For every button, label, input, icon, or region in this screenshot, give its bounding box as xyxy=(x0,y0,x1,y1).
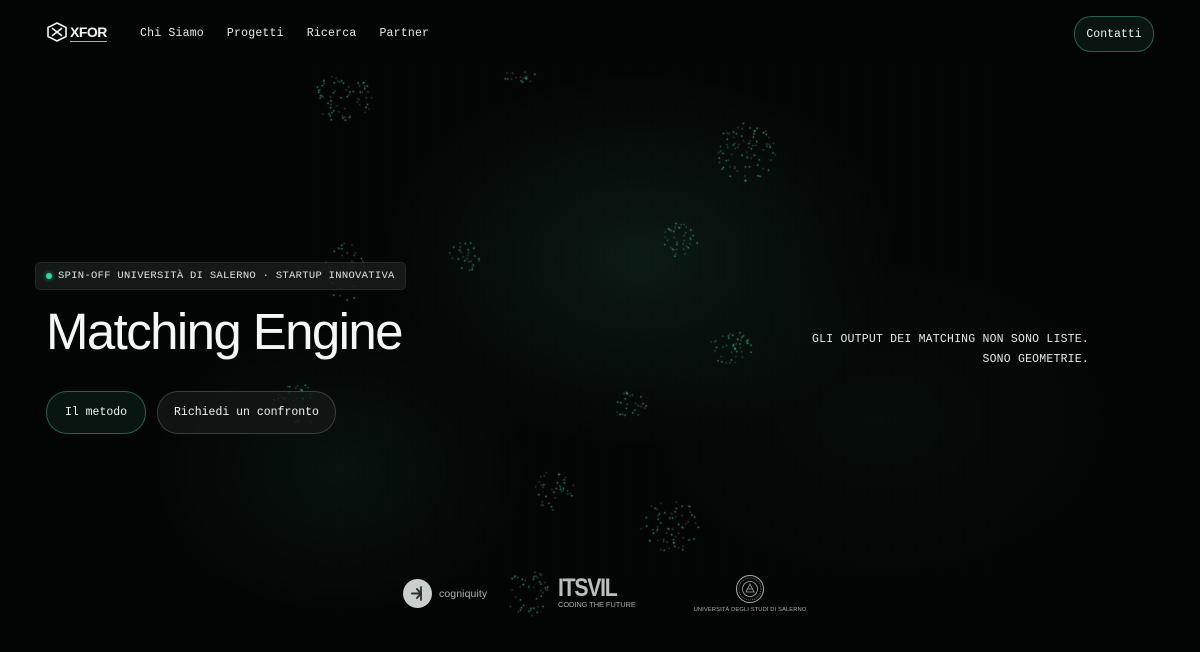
logo-text: XFOR xyxy=(70,24,107,42)
partner-itsvil[interactable]: ITSVIL CODING THE FUTURE xyxy=(558,574,636,610)
hero-title: Matching Engine xyxy=(46,303,404,360)
badge-text: SPIN-OFF UNIVERSITÀ DI SALERNO · STARTUP… xyxy=(58,270,395,282)
spinoff-badge: SPIN-OFF UNIVERSITÀ DI SALERNO · STARTUP… xyxy=(35,262,406,290)
xfor-logo-icon xyxy=(46,22,68,42)
nav-item-chi-siamo[interactable]: Chi Siamo xyxy=(140,27,204,40)
cogniquity-logo-icon xyxy=(403,579,432,608)
method-button[interactable]: Il metodo xyxy=(46,391,146,434)
nav-item-partner[interactable]: Partner xyxy=(379,27,429,40)
contact-button[interactable]: Contatti xyxy=(1074,16,1154,52)
cogniquity-name: cogniquity xyxy=(439,587,488,600)
partner-unisa[interactable]: UNIVERSITÀ DEGLI STUDI DI SALERNO xyxy=(694,574,806,613)
partner-cogniquity[interactable]: cogniquity xyxy=(403,579,487,608)
nav-item-ricerca[interactable]: Ricerca xyxy=(307,27,357,40)
status-dot-icon xyxy=(46,273,52,279)
xfor-logo[interactable]: XFOR xyxy=(46,22,107,42)
main-nav: Chi Siamo Progetti Ricerca Partner xyxy=(140,27,429,40)
tagline-line-1: GLI OUTPUT DEI MATCHING NON SONO LISTE. xyxy=(812,333,1089,346)
unisa-name: UNIVERSITÀ DEGLI STUDI DI SALERNO xyxy=(693,607,807,613)
request-comparison-button[interactable]: Richiedi un confronto xyxy=(157,391,336,434)
site-header: XFOR Chi Siamo Progetti Ricerca Partner … xyxy=(0,0,1200,68)
partner-logos: cogniquity ITSVIL CODING THE FUTURE UNIV… xyxy=(0,570,1200,620)
nav-item-progetti[interactable]: Progetti xyxy=(227,27,284,40)
university-seal-icon xyxy=(736,575,764,603)
page: XFOR Chi Siamo Progetti Ricerca Partner … xyxy=(0,0,1200,652)
itsvil-name: ITSVIL xyxy=(558,574,618,602)
hero-tagline: GLI OUTPUT DEI MATCHING NON SONO LISTE. … xyxy=(812,330,1089,370)
tagline-line-2: SONO GEOMETRIE. xyxy=(982,353,1089,366)
